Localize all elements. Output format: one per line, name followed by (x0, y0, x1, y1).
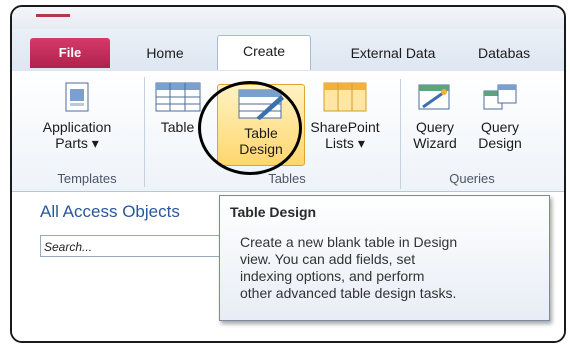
group-separator (400, 79, 401, 189)
tab-home[interactable]: Home (130, 38, 200, 68)
query-wizard-label-line2: Wizard (413, 135, 457, 151)
table-design-tooltip: Table Design Create a new blank table in… (219, 195, 550, 321)
tab-create[interactable]: Create (217, 35, 311, 70)
query-wizard-button[interactable]: Query Wizard (404, 81, 466, 151)
quick-access-toolbar (36, 14, 70, 17)
tab-database-tools[interactable]: Databas (478, 38, 564, 68)
sharepoint-lists-dropdown-label: Lists ▾ (325, 135, 365, 151)
sharepoint-lists-icon (322, 81, 368, 115)
tooltip-title: Table Design (230, 204, 317, 220)
ribbon-tabs: File Home Create External Data Databas (12, 29, 564, 72)
nav-pane-header[interactable]: All Access Objects (40, 202, 180, 222)
annotation-circle (198, 81, 302, 175)
application-parts-dropdown-label: Parts ▾ (55, 135, 99, 151)
group-label-queries: Queries (449, 171, 495, 186)
group-separator (144, 77, 145, 187)
query-design-button[interactable]: Query Design (469, 81, 531, 151)
query-design-label: Query (480, 119, 520, 135)
tab-file[interactable]: File (30, 38, 110, 68)
table-label: Table (160, 119, 195, 135)
tooltip-body: Create a new blank table in Design view.… (240, 234, 540, 302)
tooltip-line: other advanced table design tasks. (240, 285, 457, 301)
application-parts-icon (62, 81, 92, 115)
tooltip-line: indexing options, and perform (240, 268, 425, 284)
tab-external-data[interactable]: External Data (328, 38, 458, 68)
query-design-icon (480, 81, 520, 115)
sharepoint-lists-button[interactable]: SharePoint Lists ▾ (302, 81, 388, 151)
query-wizard-label: Query (415, 119, 455, 135)
group-label-templates: Templates (57, 171, 117, 186)
query-wizard-icon (415, 81, 455, 115)
query-design-label-line2: Design (478, 135, 522, 151)
application-parts-button[interactable]: Application Parts ▾ (32, 81, 122, 151)
table-icon (154, 81, 202, 115)
title-bar (12, 7, 564, 29)
nav-search-input[interactable]: Search... (40, 235, 245, 257)
tooltip-line: Create a new blank table in Design (240, 234, 458, 250)
tooltip-line: view. You can add fields, set (240, 251, 416, 267)
application-parts-label: Application (42, 119, 112, 135)
table-button[interactable]: Table (150, 81, 205, 135)
sharepoint-lists-label: SharePoint (310, 119, 380, 135)
